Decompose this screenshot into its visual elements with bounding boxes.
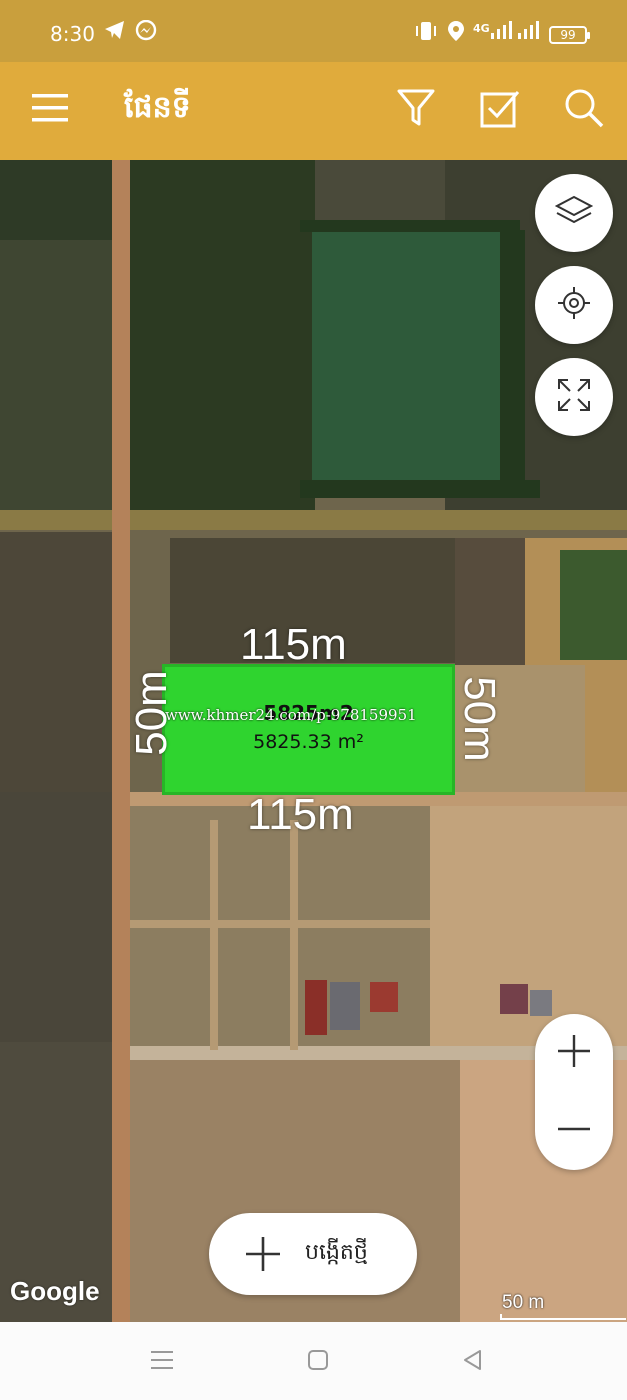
locate-icon: [557, 286, 591, 324]
create-new-button[interactable]: បង្កើតថ្មី: [209, 1213, 417, 1295]
menu-button[interactable]: [26, 84, 74, 136]
land-plot-polygon[interactable]: 5825m2 5825.33 m²: [162, 664, 455, 795]
locate-button[interactable]: [535, 266, 613, 344]
zoom-controls: [535, 1014, 613, 1170]
back-icon: [462, 1349, 484, 1375]
signal-icon: [490, 20, 512, 44]
plot-top-length: 115m: [240, 620, 347, 669]
filter-icon: [397, 88, 435, 132]
checkbox-icon: [480, 88, 520, 132]
status-time: 8:30: [50, 22, 95, 46]
plus-icon: [243, 1234, 283, 1274]
map-view[interactable]: 5825m2 5825.33 m² www.khmer24.com/p-9781…: [0, 160, 627, 1322]
checklist-button[interactable]: [476, 84, 524, 136]
create-new-label: បង្កើតថ្មី: [305, 1240, 368, 1265]
watermark-text: www.khmer24.com/p-978159951: [165, 706, 417, 724]
plot-area-measure: 5825.33 m²: [253, 731, 364, 753]
telegram-icon: [104, 20, 126, 44]
location-icon: [447, 20, 465, 46]
home-button[interactable]: [298, 1344, 338, 1380]
page-title: ផែនទី: [124, 90, 191, 125]
app-bar: ផែនទី: [0, 62, 627, 160]
messenger-icon: [135, 19, 157, 46]
status-bar: 8:30 4G 99: [0, 0, 627, 62]
zoom-out-button[interactable]: [535, 1092, 613, 1170]
zoom-in-button[interactable]: [535, 1014, 613, 1092]
search-button[interactable]: [560, 84, 608, 136]
layers-button[interactable]: [535, 174, 613, 252]
network-type: 4G: [473, 22, 490, 35]
plot-left-width: 50m: [126, 670, 176, 756]
scale-bar: [500, 1314, 626, 1320]
recent-apps-button[interactable]: [142, 1344, 182, 1380]
google-attribution: Google: [10, 1276, 100, 1306]
scale-label: 50 m: [502, 1292, 545, 1313]
battery-indicator: 99: [549, 26, 590, 44]
layers-icon: [554, 195, 594, 231]
minus-icon: [556, 1111, 592, 1151]
search-icon: [564, 88, 604, 132]
fullscreen-icon: [556, 377, 592, 417]
filter-button[interactable]: [392, 84, 440, 136]
menu-icon: [31, 92, 69, 128]
plot-bottom-length: 115m: [247, 790, 354, 839]
recent-apps-icon: [150, 1349, 174, 1375]
back-button[interactable]: [453, 1344, 493, 1380]
system-nav-bar: [0, 1322, 627, 1400]
vibrate-icon: [415, 20, 437, 46]
signal-icon-2: [517, 20, 541, 44]
home-icon: [307, 1349, 329, 1375]
plus-icon: [556, 1033, 592, 1073]
map-scale: 50 m: [500, 1292, 626, 1320]
app-screen: 8:30 4G 99 ផែនទី 5825m2 5825.33 m² www.k…: [0, 0, 627, 1400]
plot-right-width: 50m: [454, 676, 504, 762]
fullscreen-button[interactable]: [535, 358, 613, 436]
